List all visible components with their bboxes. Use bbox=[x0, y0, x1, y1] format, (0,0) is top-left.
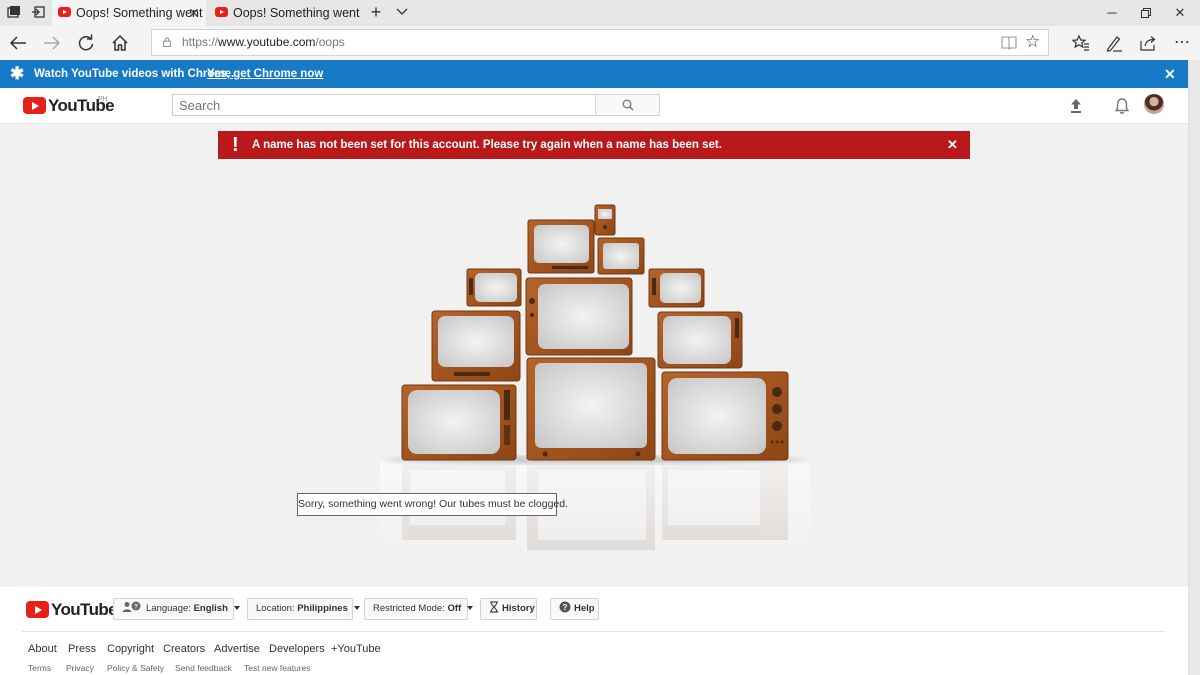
lock-icon bbox=[163, 37, 171, 47]
favorites-hub-icon[interactable] bbox=[1069, 31, 1093, 55]
youtube-favicon-icon bbox=[215, 7, 228, 17]
chrome-promo-bar: ✱ Watch YouTube videos with Chrome. Yes,… bbox=[0, 60, 1188, 88]
reading-view-icon[interactable] bbox=[1001, 35, 1017, 55]
footer-logo-text: YouTube bbox=[51, 600, 118, 619]
youtube-play-icon bbox=[23, 97, 46, 114]
svg-text:?: ? bbox=[563, 603, 568, 612]
footer-link-copyright[interactable]: Copyright bbox=[107, 643, 154, 655]
alert-exclamation-icon: ! bbox=[232, 134, 239, 156]
close-tab-icon[interactable]: ✕ bbox=[188, 0, 200, 26]
home-icon[interactable] bbox=[108, 31, 132, 55]
browser-tab-bar: Oops! Something went ✕ Oops! Something w… bbox=[0, 0, 1200, 26]
tab-youtube-oops-2[interactable]: Oops! Something went wro bbox=[209, 0, 363, 26]
footer-link-terms[interactable]: Terms bbox=[28, 663, 51, 673]
account-avatar[interactable] bbox=[1144, 94, 1164, 114]
favorite-star-icon[interactable]: ☆ bbox=[1025, 33, 1040, 51]
language-people-icon: ? bbox=[122, 601, 141, 612]
footer-link-creators[interactable]: Creators bbox=[163, 643, 205, 655]
footer-link-developers[interactable]: Developers bbox=[269, 643, 325, 655]
restricted-mode-button[interactable]: Restricted Mode: Off bbox=[364, 598, 474, 620]
tab-youtube-oops-1[interactable]: Oops! Something went ✕ bbox=[52, 0, 206, 26]
tab-list-icon[interactable] bbox=[6, 5, 22, 21]
location-picker-button[interactable]: Location: Philippines bbox=[247, 598, 360, 620]
get-chrome-link[interactable]: Yes, get Chrome now bbox=[207, 68, 323, 80]
youtube-favicon-icon bbox=[58, 7, 71, 17]
help-button[interactable]: ? Help bbox=[550, 598, 599, 620]
back-icon[interactable] bbox=[6, 31, 30, 55]
alert-message: A name has not been set for this account… bbox=[252, 139, 722, 151]
region-code: PH bbox=[98, 96, 108, 103]
footer-link-plus-youtube[interactable]: +YouTube bbox=[331, 643, 381, 655]
web-note-pen-icon[interactable] bbox=[1102, 31, 1126, 55]
refresh-icon[interactable] bbox=[74, 31, 98, 55]
address-bar[interactable]: https://www.youtube.com/oops ☆ bbox=[151, 29, 1049, 56]
promo-message: Watch YouTube videos with Chrome. bbox=[34, 68, 235, 80]
share-icon[interactable] bbox=[1136, 31, 1160, 55]
set-tabs-aside-icon[interactable] bbox=[30, 5, 46, 21]
chrome-star-icon: ✱ bbox=[10, 64, 25, 83]
youtube-footer: YouTube ? Language: English Location: Phi… bbox=[0, 587, 1188, 675]
url-text: https://www.youtube.com/oops bbox=[182, 35, 345, 49]
dismiss-alert-icon[interactable]: ✕ bbox=[947, 137, 958, 153]
error-alert: ! A name has not been set for this accou… bbox=[218, 131, 970, 159]
footer-link-advertise[interactable]: Advertise bbox=[214, 643, 260, 655]
tab-preview-chevron-icon[interactable] bbox=[394, 5, 410, 21]
search-icon bbox=[622, 99, 634, 111]
page-scrollbar[interactable] bbox=[1188, 60, 1200, 675]
footer-link-send-feedback[interactable]: Send feedback bbox=[175, 663, 232, 673]
history-button[interactable]: History bbox=[480, 598, 537, 620]
footer-link-press[interactable]: Press bbox=[68, 643, 96, 655]
search-button[interactable] bbox=[595, 94, 660, 116]
search-input[interactable] bbox=[172, 94, 596, 116]
footer-link-policy-safety[interactable]: Policy & Safety bbox=[107, 663, 164, 673]
help-circle-icon: ? bbox=[559, 601, 571, 613]
tab-title: Oops! Something went wro bbox=[233, 6, 363, 20]
svg-text:?: ? bbox=[134, 604, 138, 611]
error-message-box: Sorry, something went wrong! Our tubes m… bbox=[297, 493, 568, 516]
youtube-masthead: YouTube PH bbox=[0, 88, 1188, 124]
browser-nav-bar: https://www.youtube.com/oops ☆ ⋯ bbox=[0, 26, 1200, 60]
close-promo-icon[interactable]: ✕ bbox=[1164, 66, 1176, 83]
footer-link-about[interactable]: About bbox=[28, 643, 57, 655]
forward-icon[interactable] bbox=[40, 31, 64, 55]
youtube-play-icon bbox=[26, 601, 49, 618]
notifications-bell-icon[interactable] bbox=[1112, 96, 1132, 116]
close-window-icon[interactable]: ✕ bbox=[1160, 0, 1200, 26]
hourglass-icon bbox=[490, 601, 498, 613]
more-options-icon[interactable]: ⋯ bbox=[1170, 31, 1194, 55]
footer-link-test-new-features[interactable]: Test new features bbox=[244, 663, 311, 673]
new-tab-icon[interactable]: + bbox=[368, 3, 384, 21]
language-picker-button[interactable]: ? Language: English bbox=[113, 598, 240, 620]
footer-link-privacy[interactable]: Privacy bbox=[66, 663, 94, 673]
tab-title: Oops! Something went bbox=[76, 6, 203, 20]
footer-divider bbox=[22, 631, 1165, 632]
upload-icon[interactable] bbox=[1066, 96, 1086, 116]
